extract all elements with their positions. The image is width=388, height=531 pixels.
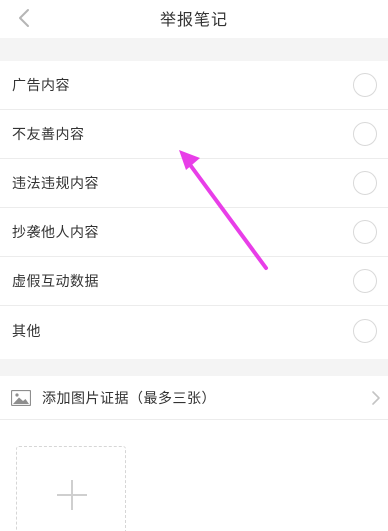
reason-option-fake-interaction[interactable]: 虚假互动数据 (0, 257, 388, 306)
radio-button[interactable] (353, 220, 377, 244)
report-note-screen: 举报笔记 广告内容 不友善内容 违法违规内容 抄袭他人内容 虚假互动数据 其他 (0, 0, 388, 531)
reason-label: 违法违规内容 (12, 176, 99, 192)
reason-option-ad[interactable]: 广告内容 (0, 61, 388, 110)
radio-button[interactable] (353, 171, 377, 195)
radio-button[interactable] (353, 122, 377, 146)
add-image-button[interactable] (16, 446, 126, 531)
reason-option-unfriendly[interactable]: 不友善内容 (0, 110, 388, 159)
reason-label: 抄袭他人内容 (12, 225, 99, 241)
chevron-right-icon (372, 391, 380, 405)
plus-icon (57, 480, 87, 510)
radio-button[interactable] (353, 318, 377, 343)
page-title: 举报笔记 (159, 10, 228, 29)
header-bar: 举报笔记 (0, 0, 388, 38)
image-icon (11, 390, 31, 406)
add-image-evidence-row[interactable]: 添加图片证据（最多三张） (0, 376, 388, 420)
reason-label: 虚假互动数据 (12, 274, 99, 290)
evidence-label: 添加图片证据（最多三张） (42, 390, 216, 407)
radio-button[interactable] (353, 269, 377, 293)
reason-option-plagiarism[interactable]: 抄袭他人内容 (0, 208, 388, 257)
reason-label: 其他 (12, 323, 41, 340)
upload-area (0, 420, 388, 531)
reason-label: 不友善内容 (12, 127, 85, 143)
reason-option-other[interactable]: 其他 (0, 306, 388, 355)
reason-option-illegal[interactable]: 违法违规内容 (0, 159, 388, 208)
radio-button[interactable] (353, 73, 377, 97)
reason-label: 广告内容 (12, 78, 70, 94)
report-reason-list: 广告内容 不友善内容 违法违规内容 抄袭他人内容 虚假互动数据 其他 (0, 61, 388, 359)
